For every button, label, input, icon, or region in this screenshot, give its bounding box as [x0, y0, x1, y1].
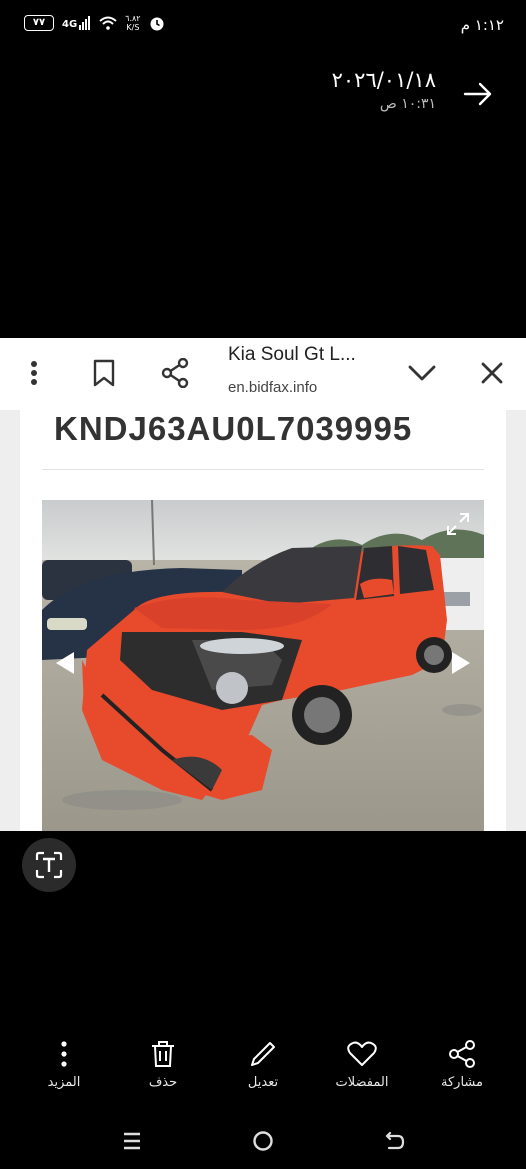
favorites-button[interactable]: المفضلات	[322, 1036, 402, 1090]
more-vert-icon	[61, 1041, 67, 1067]
prev-photo-arrow-icon[interactable]	[54, 650, 76, 676]
system-navigation-bar	[0, 1118, 526, 1164]
more-button[interactable]: المزيد	[24, 1036, 104, 1090]
heart-icon	[347, 1041, 377, 1066]
page-card: KNDJ63AU0L7039995	[20, 410, 506, 831]
alarm-icon	[150, 17, 164, 31]
delete-button[interactable]: حذف	[123, 1036, 203, 1090]
share-icon	[449, 1040, 475, 1068]
chevron-down-icon[interactable]	[404, 355, 440, 391]
edit-button[interactable]: تعديل	[223, 1036, 303, 1090]
edit-pen-icon	[251, 1042, 275, 1066]
image-date-block: ٢٠٢٦/٠١/١٨ ١٠:٣١ ص	[332, 68, 436, 112]
back-arrow-icon[interactable]	[462, 78, 494, 110]
car-photo[interactable]	[42, 500, 484, 831]
network-speed: ٦.٨٢ K/S	[125, 14, 141, 32]
browser-url: en.bidfax.info	[228, 379, 318, 396]
battery-icon: ٧٧	[24, 15, 54, 31]
screenshot-image[interactable]: Kia Soul Gt L... en.bidfax.info KNDJ63AU…	[0, 338, 526, 831]
home-icon[interactable]	[248, 1126, 278, 1156]
back-nav-icon[interactable]	[380, 1126, 410, 1156]
image-time: ١٠:٣١ ص	[379, 96, 436, 112]
share-icon[interactable]	[157, 355, 193, 391]
signal-icon: 4G	[62, 16, 91, 30]
wifi-icon	[99, 16, 117, 30]
image-date: ٢٠٢٦/٠١/١٨	[331, 68, 436, 92]
recent-apps-icon[interactable]	[117, 1126, 147, 1156]
status-time: ١:١٢ م	[460, 16, 504, 34]
status-icons: ٧٧ 4G ٦.٨٢ K/S	[24, 14, 165, 32]
divider	[42, 469, 484, 470]
close-icon[interactable]	[474, 355, 510, 391]
fullscreen-icon[interactable]	[446, 512, 470, 536]
status-bar: ٧٧ 4G ٦.٨٢ K/S ١:١٢ م	[0, 0, 526, 52]
trash-icon	[152, 1041, 174, 1067]
vin-heading: KNDJ63AU0L7039995	[54, 410, 413, 447]
bookmark-icon[interactable]	[86, 355, 122, 391]
bottom-action-bar: المزيد حذف تعديل المفضلات مشاركة	[0, 1036, 526, 1106]
text-extract-button[interactable]	[22, 838, 76, 892]
browser-toolbar: Kia Soul Gt L... en.bidfax.info	[0, 338, 526, 410]
next-photo-arrow-icon[interactable]	[450, 650, 472, 676]
text-scan-icon	[35, 851, 63, 879]
more-vert-icon[interactable]	[16, 355, 52, 391]
browser-page-title: Kia Soul Gt L...	[228, 344, 356, 365]
share-button[interactable]: مشاركة	[422, 1036, 502, 1090]
